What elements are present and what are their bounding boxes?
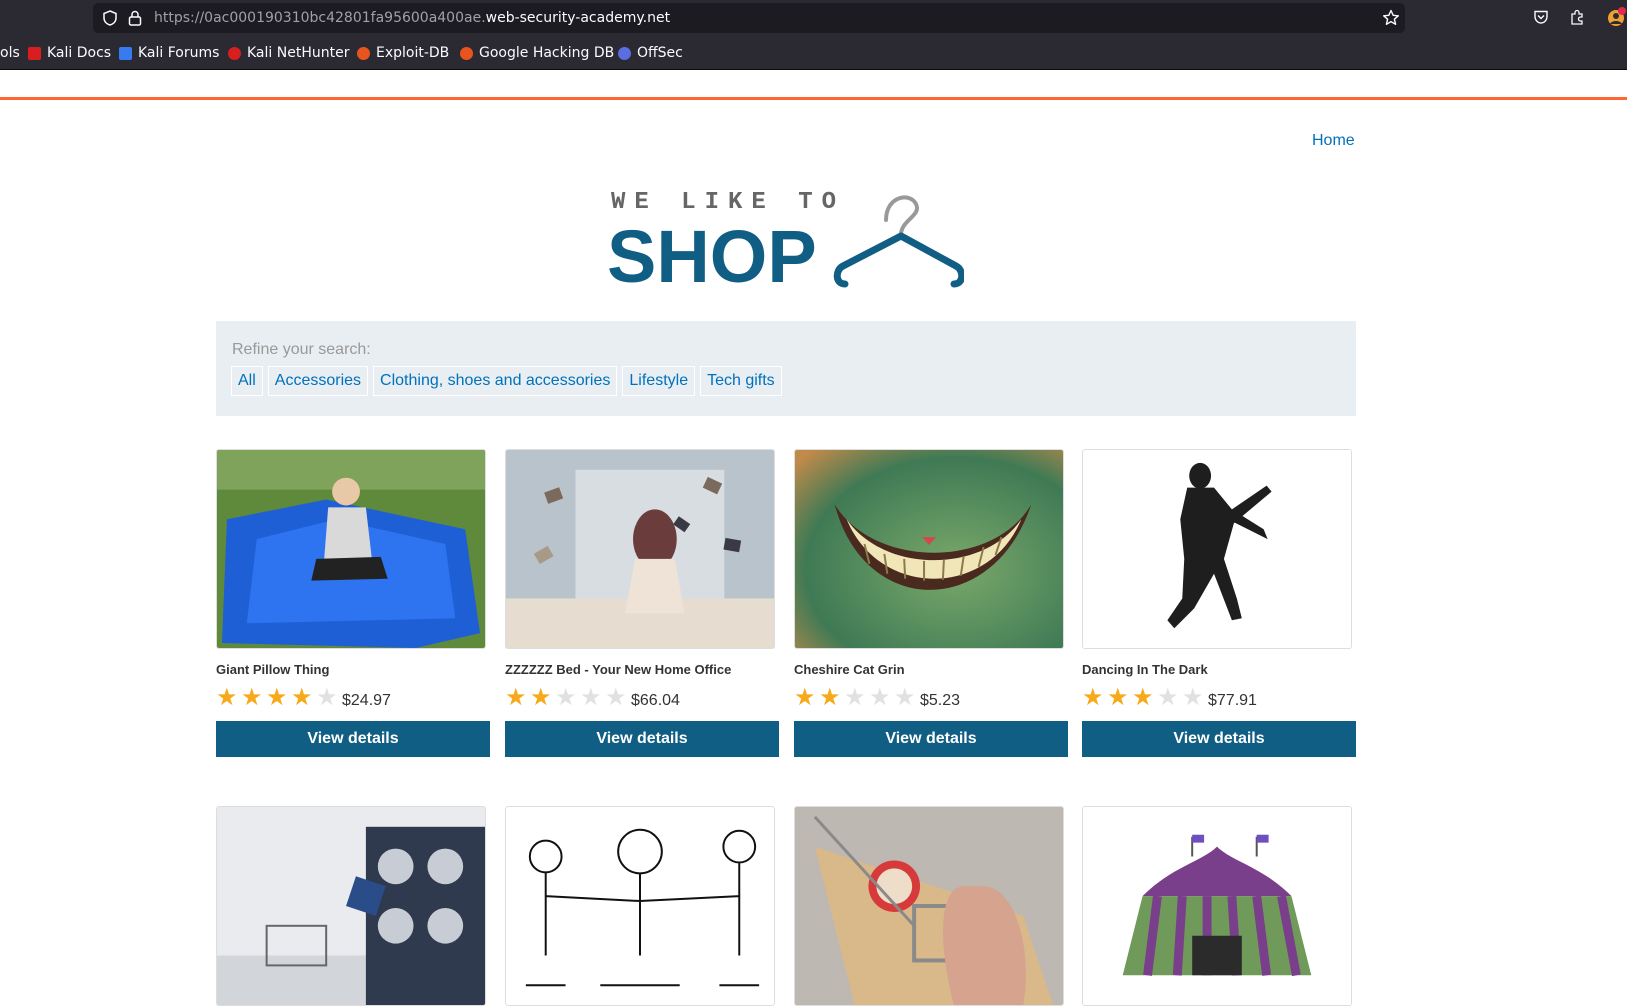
product-name: Giant Pillow Thing: [216, 662, 330, 677]
product-name: Cheshire Cat Grin: [794, 662, 905, 677]
star-empty-icon: ★: [316, 684, 338, 711]
filter-tech-gifts[interactable]: Tech gifts: [700, 366, 782, 396]
bookmark-label: Kali Forums: [138, 45, 220, 61]
pocket-icon[interactable]: [1533, 9, 1549, 25]
bookmark-label: Google Hacking DB: [479, 45, 615, 61]
search-filters: Refine your search: All Accessories Clot…: [216, 321, 1356, 416]
star-filled-icon: ★: [505, 684, 527, 711]
product-name: Dancing In The Dark: [1082, 662, 1208, 677]
view-details-button[interactable]: View details: [505, 721, 779, 757]
product-image[interactable]: [505, 449, 775, 649]
star-filled-icon: ★: [1082, 684, 1104, 711]
star-filled-icon: ★: [794, 684, 816, 711]
star-empty-icon: ★: [894, 684, 916, 711]
product-price: $5.23: [920, 692, 961, 709]
star-filled-icon: ★: [530, 684, 552, 711]
kali-nethunter-icon: [228, 46, 241, 60]
star-filled-icon: ★: [1132, 684, 1154, 711]
star-filled-icon: ★: [266, 684, 288, 711]
star-empty-icon: ★: [605, 684, 627, 711]
exploit-db-icon: [357, 46, 370, 60]
product-image[interactable]: [794, 806, 1064, 1006]
logo-wordmark: SHOP: [607, 215, 817, 288]
filters-label: Refine your search:: [232, 341, 371, 358]
bookmark-kali-nethunter[interactable]: Kali NetHunter: [228, 44, 349, 62]
star-empty-icon: ★: [844, 684, 866, 711]
filter-clothing[interactable]: Clothing, shoes and accessories: [373, 366, 618, 396]
shop-logo: WE LIKE TO SHOP: [607, 189, 964, 288]
product-rating: ★ ★ ★ ★ ★: [794, 686, 919, 710]
tracking-protection-shield-icon[interactable]: [102, 10, 118, 26]
kali-forums-icon: [119, 46, 132, 60]
star-empty-icon: ★: [1157, 684, 1179, 711]
product-price: $77.91: [1208, 692, 1257, 709]
kali-docs-icon: [28, 46, 41, 60]
star-filled-icon: ★: [291, 684, 313, 711]
home-link[interactable]: Home: [1312, 132, 1355, 150]
logo-tagline: WE LIKE TO: [611, 189, 845, 216]
header-accent-line: [0, 97, 1627, 100]
bookmark-ghdb[interactable]: Google Hacking DB: [460, 44, 614, 62]
product-price: $24.97: [342, 692, 391, 709]
bookmark-kali-tools[interactable]: ols: [0, 44, 20, 62]
star-empty-icon: ★: [1182, 684, 1204, 711]
product-image[interactable]: [216, 449, 486, 649]
star-filled-icon: ★: [819, 684, 841, 711]
product-rating: ★ ★ ★ ★ ★: [505, 686, 630, 710]
address-bar[interactable]: https://0ac000190310bc42801fa95600a400ae…: [93, 3, 1405, 33]
bookmark-label: Kali Docs: [47, 45, 112, 61]
browser-toolbar: https://0ac000190310bc42801fa95600a400ae…: [0, 0, 1627, 36]
view-details-button[interactable]: View details: [1082, 721, 1356, 757]
product-rating: ★ ★ ★ ★ ★: [216, 686, 341, 710]
url-text[interactable]: https://0ac000190310bc42801fa95600a400ae…: [154, 10, 670, 26]
product-image[interactable]: [505, 806, 775, 1006]
filter-all[interactable]: All: [231, 366, 263, 396]
bookmark-exploit-db[interactable]: Exploit-DB: [357, 44, 449, 62]
bookmarks-toolbar: ols Kali Docs Kali Forums Kali NetHunter…: [0, 36, 1627, 70]
profile-avatar-icon[interactable]: [1605, 6, 1627, 28]
star-empty-icon: ★: [555, 684, 577, 711]
product-price: $66.04: [631, 692, 680, 709]
star-filled-icon: ★: [241, 684, 263, 711]
bookmark-kali-docs[interactable]: Kali Docs: [28, 44, 111, 62]
bookmark-label: ols: [0, 45, 20, 61]
url-domain: web-security-academy.net: [485, 10, 671, 26]
product-name: ZZZZZZ Bed - Your New Home Office: [505, 662, 732, 677]
bookmark-star-icon[interactable]: [1382, 9, 1400, 27]
star-filled-icon: ★: [1107, 684, 1129, 711]
product-image[interactable]: [1082, 449, 1352, 649]
bookmark-label: Exploit-DB: [376, 45, 450, 61]
bookmark-label: OffSec: [637, 45, 683, 61]
bookmark-label: Kali NetHunter: [247, 45, 350, 61]
view-details-button[interactable]: View details: [794, 721, 1068, 757]
extensions-icon[interactable]: [1569, 9, 1585, 25]
bookmark-offsec[interactable]: OffSec: [618, 44, 683, 62]
view-details-button[interactable]: View details: [216, 721, 490, 757]
product-rating: ★ ★ ★ ★ ★: [1082, 686, 1207, 710]
offsec-icon: [618, 46, 631, 60]
star-empty-icon: ★: [580, 684, 602, 711]
hanger-icon: [833, 195, 964, 288]
filter-lifestyle[interactable]: Lifestyle: [622, 366, 696, 396]
lock-icon[interactable]: [128, 10, 142, 26]
star-empty-icon: ★: [869, 684, 891, 711]
filter-list: All Accessories Clothing, shoes and acce…: [231, 366, 782, 396]
bookmark-kali-forums[interactable]: Kali Forums: [119, 44, 219, 62]
star-filled-icon: ★: [216, 684, 238, 711]
product-image[interactable]: [794, 449, 1064, 649]
ghdb-icon: [460, 46, 473, 60]
url-prefix: https://0ac000190310bc42801fa95600a400ae…: [154, 10, 486, 26]
product-image[interactable]: [216, 806, 486, 1006]
product-image[interactable]: [1082, 806, 1352, 1006]
filter-accessories[interactable]: Accessories: [267, 366, 369, 396]
